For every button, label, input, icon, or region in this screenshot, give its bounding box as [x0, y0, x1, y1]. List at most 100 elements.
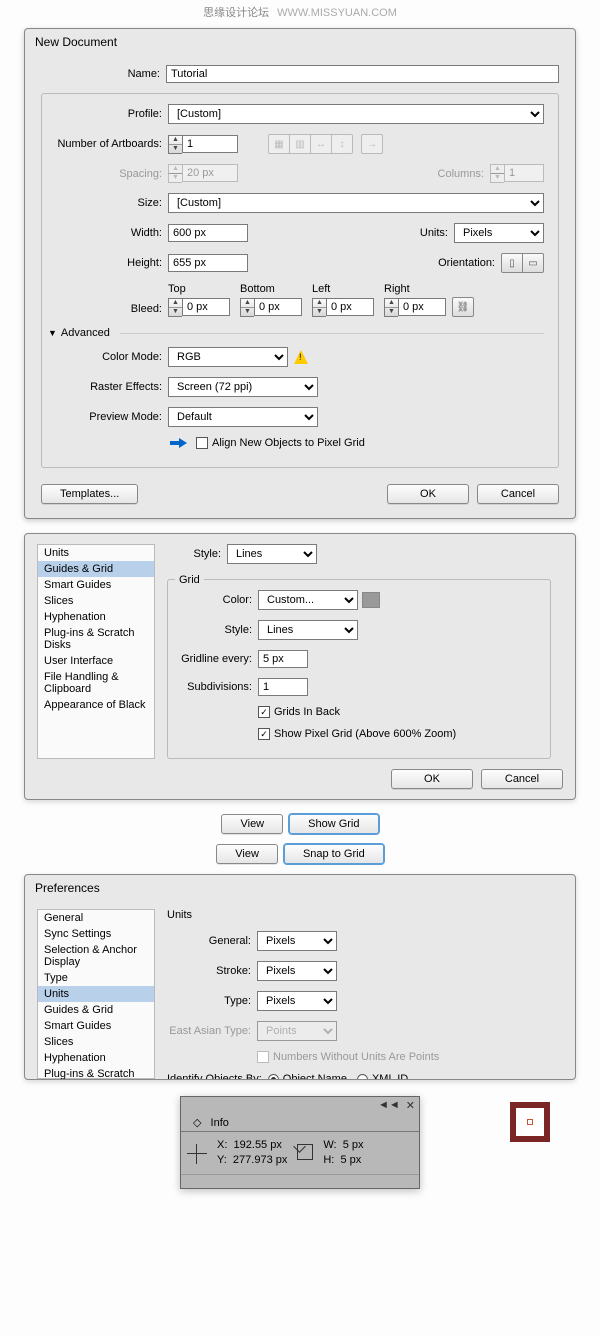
artboard-layout-group: ▦ ▥ ↔ ↕: [268, 134, 353, 154]
grids-in-back-checkbox[interactable]: ✓Grids In Back: [258, 706, 340, 718]
ok-button[interactable]: OK: [387, 484, 469, 504]
ok-button[interactable]: OK: [391, 769, 473, 789]
sidelist-item[interactable]: Hyphenation: [38, 1050, 154, 1066]
size-label: Size:: [56, 197, 168, 209]
name-input[interactable]: [166, 65, 559, 83]
link-bleed-icon[interactable]: ⛓: [452, 297, 474, 317]
east-asian-select: Points: [257, 1021, 337, 1041]
name-label: Name:: [41, 68, 166, 80]
colormode-select[interactable]: RGB: [168, 347, 288, 367]
bleed-bottom-spinner[interactable]: ▲▼: [240, 298, 302, 317]
sidelist-item[interactable]: Guides & Grid: [38, 561, 154, 577]
width-input[interactable]: [168, 224, 248, 242]
advanced-toggle[interactable]: ▼ Advanced: [48, 327, 544, 339]
profile-label: Profile:: [56, 108, 168, 120]
subdivisions-input[interactable]: [258, 678, 308, 696]
bleed-top-spinner[interactable]: ▲▼: [168, 298, 230, 317]
sidelist-item[interactable]: Hyphenation: [38, 609, 154, 625]
preview-select[interactable]: Default: [168, 407, 318, 427]
sidelist-item[interactable]: User Interface: [38, 653, 154, 669]
grid-style-select[interactable]: Lines: [258, 620, 358, 640]
grid-color-select[interactable]: Custom...: [258, 590, 358, 610]
spacing-spinner: ▲▼: [168, 164, 238, 183]
align-pixel-grid-checkbox[interactable]: Align New Objects to Pixel Grid: [196, 437, 365, 449]
close-icon[interactable]: ✕: [406, 1099, 415, 1112]
sidelist-item[interactable]: Slices: [38, 593, 154, 609]
units-title: Units: [167, 909, 551, 921]
show-grid-button[interactable]: Show Grid: [289, 814, 378, 834]
grid-by-row-icon: ▦: [268, 134, 290, 154]
grid-by-col-icon: ▥: [289, 134, 311, 154]
bleed-label: Bleed:: [56, 303, 168, 317]
chevron-down-icon: ▼: [48, 328, 57, 338]
sidelist-item[interactable]: Sync Settings: [38, 926, 154, 942]
arrange-col-icon: ↕: [331, 134, 353, 154]
raster-select[interactable]: Screen (72 ppi): [168, 377, 318, 397]
numbers-without-units-checkbox: Numbers Without Units Are Points: [257, 1051, 439, 1063]
artboards-label: Number of Artboards:: [56, 138, 168, 150]
snap-to-grid-button[interactable]: Snap to Grid: [284, 844, 384, 864]
bleed-left-spinner[interactable]: ▲▼: [312, 298, 374, 317]
spacing-label: Spacing:: [56, 168, 168, 180]
width-label: Width:: [56, 227, 168, 239]
sidelist-item[interactable]: Smart Guides: [38, 1018, 154, 1034]
units-select[interactable]: Pixels: [454, 223, 544, 243]
xml-id-radio[interactable]: [357, 1074, 368, 1080]
prefs-sidelist[interactable]: UnitsGuides & GridSmart GuidesSlicesHyph…: [37, 544, 155, 759]
units-label: Units:: [420, 227, 454, 239]
prefs-sidelist[interactable]: GeneralSync SettingsSelection & Anchor D…: [37, 909, 155, 1079]
orientation-label: Orientation:: [438, 257, 501, 269]
general-units-select[interactable]: Pixels: [257, 931, 337, 951]
sidelist-item[interactable]: Selection & Anchor Display: [38, 942, 154, 970]
sidelist-item[interactable]: Units: [38, 545, 154, 561]
type-units-select[interactable]: Pixels: [257, 991, 337, 1011]
info-tab[interactable]: ◇ Info: [187, 1116, 241, 1130]
height-input[interactable]: [168, 254, 248, 272]
dimensions-icon: [297, 1144, 313, 1160]
columns-spinner: ▲▼: [490, 164, 544, 183]
preferences-dialog-guides: UnitsGuides & GridSmart GuidesSlicesHyph…: [24, 533, 576, 800]
sidelist-item[interactable]: Slices: [38, 1034, 154, 1050]
preview-label: Preview Mode:: [56, 411, 168, 423]
templates-button[interactable]: Templates...: [41, 484, 138, 504]
sidelist-item[interactable]: Type: [38, 970, 154, 986]
grid-title: Grid: [175, 574, 204, 586]
prefs-title: Preferences: [25, 875, 575, 901]
info-panel: ◄◄ ✕ ◇ Info X: 192.55 px Y: 277.973 px W…: [180, 1096, 420, 1189]
sidelist-item[interactable]: General: [38, 910, 154, 926]
sidelist-item[interactable]: Smart Guides: [38, 577, 154, 593]
sidelist-item[interactable]: Appearance of Black: [38, 697, 154, 713]
gridline-every-input[interactable]: [258, 650, 308, 668]
arrange-row-icon: ↔: [310, 134, 332, 154]
view-button[interactable]: View: [221, 814, 283, 834]
arrow-right-icon: [168, 438, 192, 448]
guides-style-select[interactable]: Lines: [227, 544, 317, 564]
view-button[interactable]: View: [216, 844, 278, 864]
sidelist-item[interactable]: Guides & Grid: [38, 1002, 154, 1018]
cancel-button[interactable]: Cancel: [481, 769, 563, 789]
layout-rtl-icon: →: [361, 134, 383, 154]
collapse-icon[interactable]: ◄◄: [378, 1099, 400, 1112]
sidelist-item[interactable]: File Handling & Clipboard: [38, 669, 154, 697]
sidelist-item[interactable]: Plug-ins & Scratch Disks: [38, 625, 154, 653]
profile-select[interactable]: [Custom]: [168, 104, 544, 124]
warning-icon: [294, 350, 308, 364]
show-pixel-grid-checkbox[interactable]: ✓Show Pixel Grid (Above 600% Zoom): [258, 728, 456, 740]
watermark: 思缘设计论坛WWW.MISSYUAN.COM: [0, 0, 600, 24]
color-swatch[interactable]: [362, 592, 380, 608]
sidelist-item[interactable]: Units: [38, 986, 154, 1002]
portrait-icon[interactable]: ▯: [501, 253, 523, 273]
new-document-dialog: New Document Name: Profile: [Custom] Num…: [24, 28, 576, 519]
cancel-button[interactable]: Cancel: [477, 484, 559, 504]
dialog-title: New Document: [25, 29, 575, 55]
landscape-icon[interactable]: ▭: [522, 253, 544, 273]
height-label: Height:: [56, 257, 168, 269]
object-name-radio[interactable]: [268, 1074, 279, 1080]
style-label: Style:: [167, 548, 227, 560]
bleed-right-spinner[interactable]: ▲▼: [384, 298, 446, 317]
sidelist-item[interactable]: Plug-ins & Scratch Disks: [38, 1066, 154, 1079]
stroke-units-select[interactable]: Pixels: [257, 961, 337, 981]
artboards-spinner[interactable]: ▲▼: [168, 135, 238, 154]
size-select[interactable]: [Custom]: [168, 193, 544, 213]
selected-object-icon: [510, 1102, 550, 1142]
